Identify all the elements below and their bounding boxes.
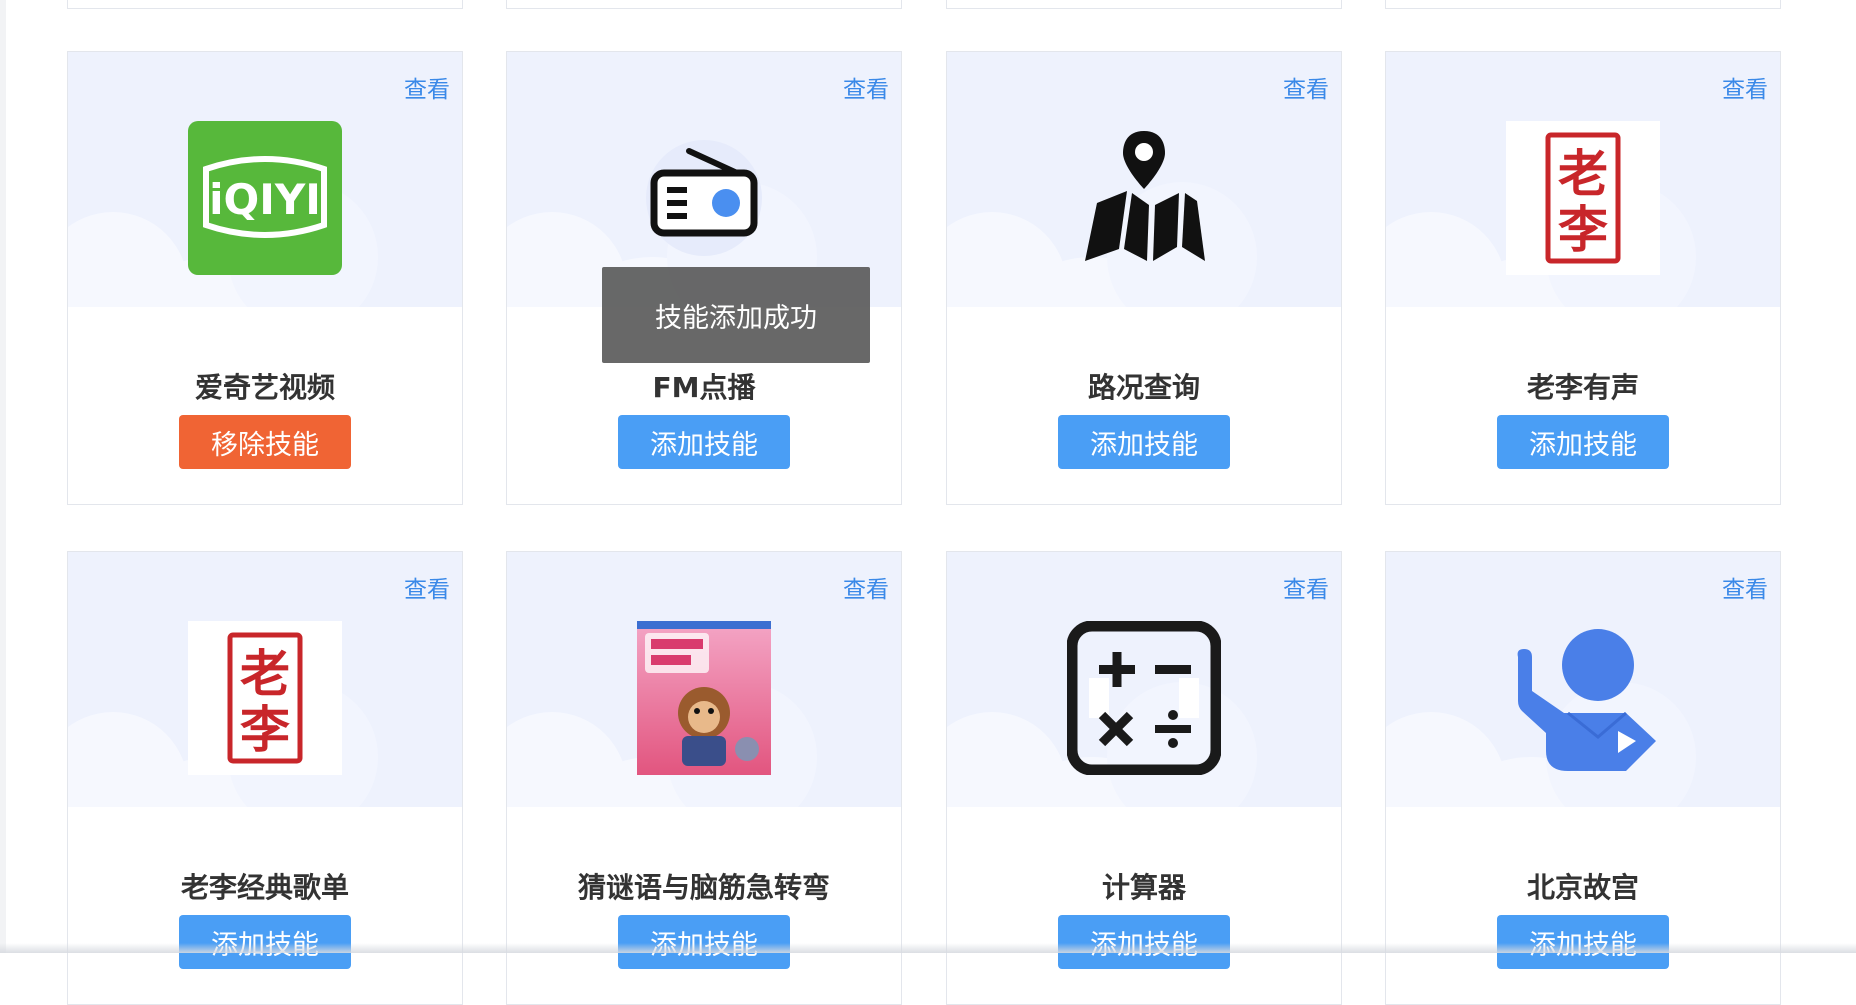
- add-skill-button[interactable]: 添加技能: [618, 415, 790, 469]
- skill-card[interactable]: 查看 老 李 老李经典歌单 添加技能: [67, 551, 463, 1005]
- skill-name: 路况查询: [1087, 371, 1200, 404]
- svg-text:老: 老: [1558, 144, 1608, 203]
- tour-guide-icon: [1506, 621, 1660, 775]
- skill-card-partial: [1385, 0, 1781, 9]
- iqiyi-icon: iQIYI: [188, 121, 342, 275]
- skill-name: 老李有声: [1526, 371, 1639, 404]
- skill-card[interactable]: 查看 计算器 添加技能: [946, 551, 1342, 1005]
- calculator-icon: [1067, 621, 1221, 775]
- skill-card[interactable]: 查看 猜谜语与脑筋急转弯: [506, 551, 902, 1005]
- skill-card[interactable]: 查看 路况查询 添加技能: [946, 51, 1342, 505]
- view-link[interactable]: 查看: [843, 70, 889, 104]
- skill-name: 北京故宫: [1526, 871, 1639, 904]
- add-skill-button[interactable]: 添加技能: [1058, 915, 1230, 969]
- add-skill-button[interactable]: 添加技能: [618, 915, 790, 969]
- remove-skill-button[interactable]: 移除技能: [179, 415, 351, 469]
- skill-card[interactable]: 查看 北京故宫 添加技能: [1385, 551, 1781, 1005]
- view-link[interactable]: 查看: [1722, 70, 1768, 104]
- skill-card-partial: [506, 0, 902, 9]
- skill-name: FM点播: [652, 371, 756, 404]
- laoli-seal-icon: 老 李: [188, 621, 342, 775]
- view-link[interactable]: 查看: [404, 70, 450, 104]
- radio-icon: [627, 121, 781, 275]
- riddle-book-cover-icon: [627, 621, 781, 775]
- skill-name: 爱奇艺视频: [194, 371, 335, 404]
- skill-card-partial: [67, 0, 463, 9]
- laoli-seal-icon: 老 李: [1506, 121, 1660, 275]
- map-pin-icon: [1067, 121, 1221, 275]
- svg-text:李: 李: [240, 700, 290, 759]
- svg-text:iQIYI: iQIYI: [209, 175, 321, 224]
- svg-text:李: 李: [1558, 200, 1608, 259]
- skill-grid: 查看 iQIYI 爱奇艺视频 移除技能 查看 FM点播 添加技能 查看 路况查询…: [0, 0, 1856, 1005]
- bottom-shadow: [0, 943, 1856, 953]
- skill-card[interactable]: 查看 iQIYI 爱奇艺视频 移除技能: [67, 51, 463, 505]
- view-link[interactable]: 查看: [1283, 70, 1329, 104]
- success-toast: 技能添加成功: [602, 267, 870, 363]
- add-skill-button[interactable]: 添加技能: [179, 915, 351, 969]
- svg-text:老: 老: [240, 644, 290, 703]
- view-link[interactable]: 查看: [1283, 570, 1329, 604]
- skill-card-partial: [946, 0, 1342, 9]
- view-link[interactable]: 查看: [843, 570, 889, 604]
- skill-name: 猜谜语与脑筋急转弯: [577, 871, 830, 904]
- view-link[interactable]: 查看: [404, 570, 450, 604]
- skill-card[interactable]: 查看 老 李 老李有声 添加技能: [1385, 51, 1781, 505]
- view-link[interactable]: 查看: [1722, 570, 1768, 604]
- add-skill-button[interactable]: 添加技能: [1497, 415, 1669, 469]
- add-skill-button[interactable]: 添加技能: [1497, 915, 1669, 969]
- skill-name: 老李经典歌单: [180, 871, 349, 904]
- skill-name: 计算器: [1101, 871, 1186, 904]
- add-skill-button[interactable]: 添加技能: [1058, 415, 1230, 469]
